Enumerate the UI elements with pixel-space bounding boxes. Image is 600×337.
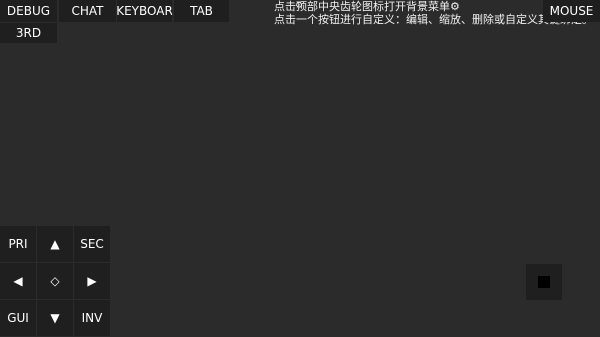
arrow-left-icon[interactable]: ◀ xyxy=(0,263,36,299)
keyboard-button[interactable]: KEYBOAR xyxy=(117,0,172,22)
third-person-button[interactable]: 3RD xyxy=(0,23,57,43)
gui-button[interactable]: GUI xyxy=(0,300,36,336)
square-icon xyxy=(538,276,550,288)
game-controls-overlay: DEBUG CHAT KEYBOAR TAB 3RD ⚙ 点击顶部中央齿轮图标打… xyxy=(0,0,600,337)
secondary-button[interactable]: SEC xyxy=(74,226,110,262)
tab-button[interactable]: TAB xyxy=(174,0,229,22)
dpad-cluster: PRI ▲ SEC ◀ ◇ ▶ GUI ▼ INV xyxy=(0,226,111,337)
center-diamond-icon[interactable]: ◇ xyxy=(37,263,73,299)
primary-button[interactable]: PRI xyxy=(0,226,36,262)
inventory-button[interactable]: INV xyxy=(74,300,110,336)
square-action-button[interactable] xyxy=(526,264,562,300)
chat-button[interactable]: CHAT xyxy=(59,0,116,22)
arrow-up-icon[interactable]: ▲ xyxy=(37,226,73,262)
arrow-right-icon[interactable]: ▶ xyxy=(74,263,110,299)
debug-button[interactable]: DEBUG xyxy=(0,0,57,22)
arrow-down-icon[interactable]: ▼ xyxy=(37,300,73,336)
mouse-button[interactable]: MOUSE xyxy=(543,0,600,22)
